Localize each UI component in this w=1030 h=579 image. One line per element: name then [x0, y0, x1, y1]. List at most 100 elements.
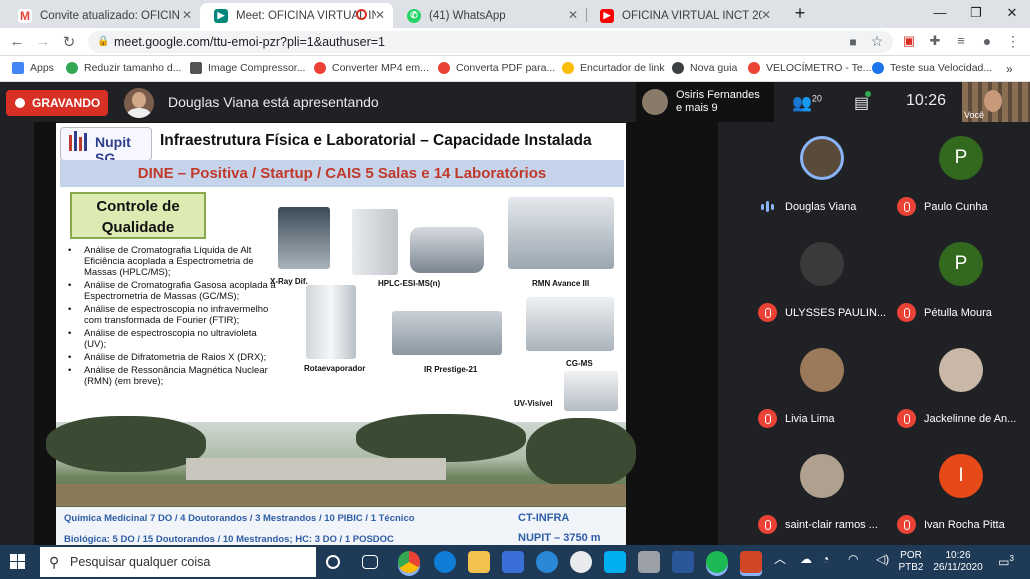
word-icon[interactable]	[672, 551, 694, 573]
tab-title: Convite atualizado: OFICINA VIRTU	[40, 9, 180, 22]
spotify-icon[interactable]	[706, 551, 728, 573]
close-tab-icon[interactable]: ✕	[375, 8, 385, 22]
star-icon[interactable]: ☆	[866, 33, 888, 50]
avatar: P	[939, 242, 983, 286]
skype-icon[interactable]	[604, 551, 626, 573]
participant-tile[interactable]: ULYSSES PAULIN...	[752, 228, 891, 334]
bookmark-item[interactable]: Image Compressor...	[190, 62, 305, 74]
bookmark-favicon-icon	[748, 62, 760, 74]
slide-subtitle: DINE – Positiva / Startup / CAIS 5 Salas…	[137, 165, 547, 182]
forward-icon[interactable]: →	[32, 33, 54, 50]
quality-control-box: Controle de Qualidade	[70, 192, 206, 239]
edge-icon[interactable]	[434, 551, 456, 573]
tray-chevron-icon[interactable]: ︿	[774, 553, 786, 565]
speaking-icon	[758, 197, 777, 216]
gmail-icon: M	[18, 8, 32, 23]
globe-icon	[672, 62, 684, 74]
bookmark-item[interactable]: Reduzir tamanho d...	[66, 62, 181, 74]
bookmark-item[interactable]: VELOCÍMETRO - Te...	[748, 62, 871, 74]
app-icon[interactable]	[570, 551, 592, 573]
bookmark-label: Reduzir tamanho d...	[84, 62, 182, 74]
camera-icon[interactable]: ■	[842, 35, 864, 49]
equipment-label: CG-MS	[566, 359, 593, 368]
participant-tile[interactable]: P Pétulla Moura	[891, 228, 1030, 334]
nmr-instrument-image	[508, 197, 614, 269]
url-input[interactable]: 🔒 meet.google.com/ttu-emoi-pzr?pli=1&aut…	[88, 31, 893, 53]
participant-name: saint-clair ramos ...	[785, 518, 878, 531]
powerpoint-icon[interactable]	[740, 551, 762, 573]
bookmark-item[interactable]: Converta PDF para...	[438, 62, 555, 74]
bookmark-item[interactable]: Encurtador de link	[562, 62, 665, 74]
avatar	[800, 454, 844, 498]
featured-participant-tile[interactable]: Osiris Fernandes e mais 9	[636, 82, 774, 122]
close-tab-icon[interactable]: ✕	[182, 8, 192, 22]
volume-icon[interactable]: ◁)	[876, 553, 889, 565]
participant-tile[interactable]: Jackelinne de An...	[891, 334, 1030, 440]
chrome-icon[interactable]	[398, 551, 420, 573]
close-tab-icon[interactable]: ✕	[568, 8, 578, 22]
network-icon[interactable]: ◔	[822, 553, 829, 565]
bookmark-item[interactable]: Nova guia	[672, 62, 737, 74]
people-icon: 👥	[792, 95, 812, 112]
new-tab-button[interactable]: +	[782, 0, 818, 28]
wifi-icon[interactable]: ◠	[848, 553, 858, 565]
avatar	[642, 89, 668, 115]
app-icon[interactable]	[638, 551, 660, 573]
participant-tile[interactable]: saint-clair ramos ...	[752, 440, 891, 546]
tab-whatsapp[interactable]: ✆ (41) WhatsApp ✕	[393, 3, 586, 28]
language-indicator[interactable]: POR PTB2	[898, 550, 924, 574]
tab-youtube[interactable]: ▶ OFICINA VIRTUAL INCT 2020 Dia ✕	[586, 3, 779, 28]
participant-tile[interactable]: P Paulo Cunha	[891, 122, 1030, 228]
avatar	[939, 348, 983, 392]
mic-off-icon	[758, 515, 777, 534]
notifications-icon[interactable]: ▭3	[996, 553, 1016, 568]
participant-count: 20	[811, 93, 822, 104]
participant-tile[interactable]: Douglas Viana	[752, 122, 891, 228]
participant-tile[interactable]: I Ivan Rocha Pitta	[891, 440, 1030, 546]
people-button[interactable]: 👥20	[792, 93, 822, 113]
bookmark-item[interactable]: Teste sua Velocidad...	[872, 62, 992, 74]
close-window-button[interactable]: ✕	[994, 0, 1030, 28]
tree	[356, 414, 526, 462]
cloud-icon[interactable]: ☁	[800, 553, 812, 565]
clock[interactable]: 10:26 26/11/2020	[930, 550, 986, 574]
self-view-tile[interactable]: Você	[962, 82, 1030, 122]
bookmark-item[interactable]: Converter MP4 em...	[314, 62, 429, 74]
bookmark-label: Teste sua Velocidad...	[890, 62, 993, 74]
menu-icon[interactable]: ⋮	[1002, 33, 1024, 50]
more-bookmarks-icon[interactable]: »	[1006, 62, 1013, 76]
media-icon[interactable]: ≡	[950, 33, 972, 48]
tab-meet[interactable]: ▶ Meet: OFICINA VIRTUAL INCT ✕	[200, 3, 393, 28]
nupit-logo: Nupit SG	[60, 127, 152, 166]
tab-gmail[interactable]: M Convite atualizado: OFICINA VIRTU ✕	[4, 3, 200, 28]
taskbar-search-input[interactable]: ⚲ Pesquisar qualquer coisa	[40, 547, 316, 577]
app-icon[interactable]	[536, 551, 558, 573]
avatar: P	[939, 136, 983, 180]
reload-icon[interactable]: ↻	[58, 33, 80, 51]
task-view-icon[interactable]	[362, 555, 378, 569]
participant-tile[interactable]: Livia Lima	[752, 334, 891, 440]
back-icon[interactable]: ←	[6, 33, 28, 50]
bookmark-favicon-icon	[66, 62, 78, 74]
ir-instrument-image	[392, 311, 502, 355]
store-icon[interactable]	[502, 551, 524, 573]
search-icon: ⚲	[49, 554, 60, 570]
extensions-icon[interactable]: ✚	[924, 33, 946, 49]
maximize-button[interactable]: ❐	[958, 0, 994, 28]
windows-start-icon[interactable]	[10, 554, 26, 570]
profile-icon[interactable]: ●	[976, 33, 998, 49]
chat-icon[interactable]: ▤	[854, 91, 872, 113]
bookmark-label: Nova guia	[690, 62, 738, 74]
close-tab-icon[interactable]: ✕	[761, 8, 771, 22]
cortana-icon[interactable]	[326, 555, 340, 569]
ms-instrument-image	[410, 227, 484, 273]
file-explorer-icon[interactable]	[468, 551, 490, 573]
footer-program: CT-INFRA	[518, 512, 570, 524]
rotavapor-image	[306, 285, 356, 359]
bookmark-apps[interactable]: Apps	[12, 62, 54, 74]
minimize-button[interactable]: —	[922, 0, 958, 28]
extension-pocket-icon[interactable]: ▣	[898, 33, 920, 49]
list-item: Análise de Ressonância Magnética Nuclear…	[66, 365, 280, 387]
ground	[56, 484, 626, 506]
equipment-label: X-Ray Dif.	[270, 277, 308, 286]
